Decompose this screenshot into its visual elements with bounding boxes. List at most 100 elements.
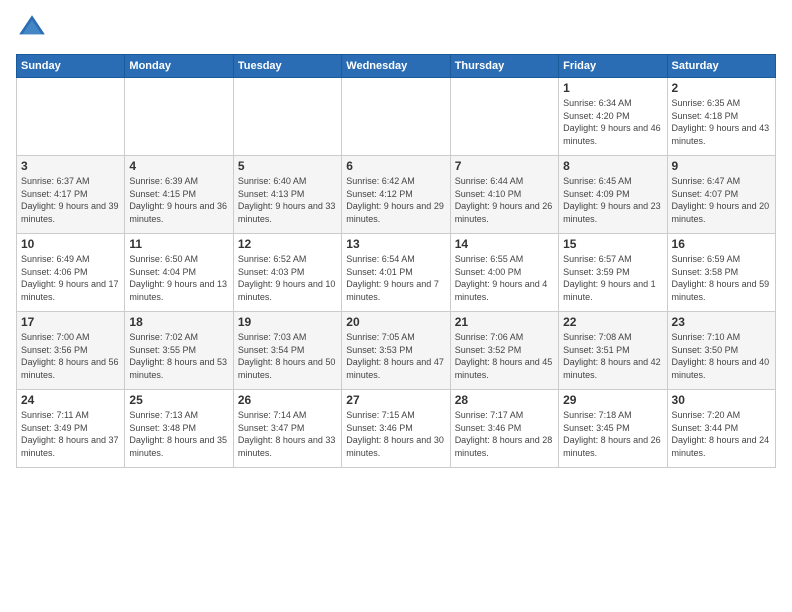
day-info: Sunrise: 7:20 AM Sunset: 3:44 PM Dayligh…: [672, 409, 771, 459]
day-info: Sunrise: 6:44 AM Sunset: 4:10 PM Dayligh…: [455, 175, 554, 225]
calendar-cell: [17, 78, 125, 156]
calendar-cell: [450, 78, 558, 156]
week-row-3: 10 Sunrise: 6:49 AM Sunset: 4:06 PM Dayli…: [17, 234, 776, 312]
calendar-cell: 28 Sunrise: 7:17 AM Sunset: 3:46 PM Dayli…: [450, 390, 558, 468]
calendar-cell: 16 Sunrise: 6:59 AM Sunset: 3:58 PM Dayli…: [667, 234, 775, 312]
calendar-cell: 4 Sunrise: 6:39 AM Sunset: 4:15 PM Daylig…: [125, 156, 233, 234]
day-info: Sunrise: 6:42 AM Sunset: 4:12 PM Dayligh…: [346, 175, 445, 225]
day-number: 5: [238, 159, 337, 173]
day-info: Sunrise: 7:03 AM Sunset: 3:54 PM Dayligh…: [238, 331, 337, 381]
day-header-tuesday: Tuesday: [233, 55, 341, 78]
day-number: 2: [672, 81, 771, 95]
day-number: 24: [21, 393, 120, 407]
day-number: 20: [346, 315, 445, 329]
logo: [16, 12, 52, 44]
calendar-cell: [125, 78, 233, 156]
day-number: 30: [672, 393, 771, 407]
day-info: Sunrise: 7:11 AM Sunset: 3:49 PM Dayligh…: [21, 409, 120, 459]
calendar-cell: 11 Sunrise: 6:50 AM Sunset: 4:04 PM Dayli…: [125, 234, 233, 312]
calendar-cell: 10 Sunrise: 6:49 AM Sunset: 4:06 PM Dayli…: [17, 234, 125, 312]
day-info: Sunrise: 6:35 AM Sunset: 4:18 PM Dayligh…: [672, 97, 771, 147]
day-number: 14: [455, 237, 554, 251]
calendar-cell: 21 Sunrise: 7:06 AM Sunset: 3:52 PM Dayli…: [450, 312, 558, 390]
day-header-sunday: Sunday: [17, 55, 125, 78]
day-number: 12: [238, 237, 337, 251]
header-row: SundayMondayTuesdayWednesdayThursdayFrid…: [17, 55, 776, 78]
day-number: 16: [672, 237, 771, 251]
calendar-cell: 6 Sunrise: 6:42 AM Sunset: 4:12 PM Daylig…: [342, 156, 450, 234]
day-header-thursday: Thursday: [450, 55, 558, 78]
calendar-cell: 26 Sunrise: 7:14 AM Sunset: 3:47 PM Dayli…: [233, 390, 341, 468]
day-number: 6: [346, 159, 445, 173]
day-number: 7: [455, 159, 554, 173]
day-info: Sunrise: 7:18 AM Sunset: 3:45 PM Dayligh…: [563, 409, 662, 459]
calendar-cell: 25 Sunrise: 7:13 AM Sunset: 3:48 PM Dayli…: [125, 390, 233, 468]
day-number: 26: [238, 393, 337, 407]
calendar-cell: 17 Sunrise: 7:00 AM Sunset: 3:56 PM Dayli…: [17, 312, 125, 390]
calendar-cell: 23Sunrise: 7:10 AM Sunset: 3:50 PM Dayli…: [667, 312, 775, 390]
day-number: 10: [21, 237, 120, 251]
day-number: 18: [129, 315, 228, 329]
calendar-cell: 18 Sunrise: 7:02 AM Sunset: 3:55 PM Dayli…: [125, 312, 233, 390]
day-number: 25: [129, 393, 228, 407]
day-info: Sunrise: 7:10 AM Sunset: 3:50 PM Dayligh…: [672, 331, 771, 381]
day-info: Sunrise: 7:13 AM Sunset: 3:48 PM Dayligh…: [129, 409, 228, 459]
week-row-2: 3Sunrise: 6:37 AM Sunset: 4:17 PM Daylig…: [17, 156, 776, 234]
day-info: Sunrise: 6:45 AM Sunset: 4:09 PM Dayligh…: [563, 175, 662, 225]
day-info: Sunrise: 7:15 AM Sunset: 3:46 PM Dayligh…: [346, 409, 445, 459]
day-info: Sunrise: 6:55 AM Sunset: 4:00 PM Dayligh…: [455, 253, 554, 303]
day-number: 17: [21, 315, 120, 329]
day-number: 9: [672, 159, 771, 173]
day-number: 19: [238, 315, 337, 329]
day-number: 27: [346, 393, 445, 407]
day-header-friday: Friday: [559, 55, 667, 78]
week-row-5: 24 Sunrise: 7:11 AM Sunset: 3:49 PM Dayli…: [17, 390, 776, 468]
day-info: Sunrise: 6:52 AM Sunset: 4:03 PM Dayligh…: [238, 253, 337, 303]
day-info: Sunrise: 7:02 AM Sunset: 3:55 PM Dayligh…: [129, 331, 228, 381]
day-info: Sunrise: 6:40 AM Sunset: 4:13 PM Dayligh…: [238, 175, 337, 225]
day-number: 22: [563, 315, 662, 329]
day-header-saturday: Saturday: [667, 55, 775, 78]
calendar-cell: 12 Sunrise: 6:52 AM Sunset: 4:03 PM Dayli…: [233, 234, 341, 312]
calendar-cell: 30 Sunrise: 7:20 AM Sunset: 3:44 PM Dayli…: [667, 390, 775, 468]
calendar-cell: [233, 78, 341, 156]
calendar-cell: 27 Sunrise: 7:15 AM Sunset: 3:46 PM Dayli…: [342, 390, 450, 468]
day-info: Sunrise: 6:37 AM Sunset: 4:17 PM Dayligh…: [21, 175, 120, 225]
day-info: Sunrise: 6:39 AM Sunset: 4:15 PM Dayligh…: [129, 175, 228, 225]
header: [16, 12, 776, 44]
day-info: Sunrise: 6:57 AM Sunset: 3:59 PM Dayligh…: [563, 253, 662, 303]
day-info: Sunrise: 7:06 AM Sunset: 3:52 PM Dayligh…: [455, 331, 554, 381]
day-number: 1: [563, 81, 662, 95]
calendar-cell: 3Sunrise: 6:37 AM Sunset: 4:17 PM Daylig…: [17, 156, 125, 234]
day-info: Sunrise: 7:14 AM Sunset: 3:47 PM Dayligh…: [238, 409, 337, 459]
calendar-table: SundayMondayTuesdayWednesdayThursdayFrid…: [16, 54, 776, 468]
logo-icon: [16, 12, 48, 44]
day-header-wednesday: Wednesday: [342, 55, 450, 78]
calendar-cell: 5 Sunrise: 6:40 AM Sunset: 4:13 PM Daylig…: [233, 156, 341, 234]
day-header-monday: Monday: [125, 55, 233, 78]
day-number: 8: [563, 159, 662, 173]
day-info: Sunrise: 7:00 AM Sunset: 3:56 PM Dayligh…: [21, 331, 120, 381]
calendar-cell: 13 Sunrise: 6:54 AM Sunset: 4:01 PM Dayli…: [342, 234, 450, 312]
day-info: Sunrise: 7:17 AM Sunset: 3:46 PM Dayligh…: [455, 409, 554, 459]
day-number: 4: [129, 159, 228, 173]
day-info: Sunrise: 6:50 AM Sunset: 4:04 PM Dayligh…: [129, 253, 228, 303]
calendar-cell: 1Sunrise: 6:34 AM Sunset: 4:20 PM Daylig…: [559, 78, 667, 156]
day-info: Sunrise: 7:05 AM Sunset: 3:53 PM Dayligh…: [346, 331, 445, 381]
calendar-cell: 14 Sunrise: 6:55 AM Sunset: 4:00 PM Dayli…: [450, 234, 558, 312]
day-number: 28: [455, 393, 554, 407]
day-number: 13: [346, 237, 445, 251]
week-row-1: 1Sunrise: 6:34 AM Sunset: 4:20 PM Daylig…: [17, 78, 776, 156]
day-info: Sunrise: 6:59 AM Sunset: 3:58 PM Dayligh…: [672, 253, 771, 303]
day-info: Sunrise: 6:49 AM Sunset: 4:06 PM Dayligh…: [21, 253, 120, 303]
calendar-cell: 20 Sunrise: 7:05 AM Sunset: 3:53 PM Dayli…: [342, 312, 450, 390]
calendar-cell: 9Sunrise: 6:47 AM Sunset: 4:07 PM Daylig…: [667, 156, 775, 234]
day-info: Sunrise: 7:08 AM Sunset: 3:51 PM Dayligh…: [563, 331, 662, 381]
calendar-cell: 7 Sunrise: 6:44 AM Sunset: 4:10 PM Daylig…: [450, 156, 558, 234]
calendar-cell: 19 Sunrise: 7:03 AM Sunset: 3:54 PM Dayli…: [233, 312, 341, 390]
day-info: Sunrise: 6:54 AM Sunset: 4:01 PM Dayligh…: [346, 253, 445, 303]
day-number: 21: [455, 315, 554, 329]
day-number: 15: [563, 237, 662, 251]
week-row-4: 17 Sunrise: 7:00 AM Sunset: 3:56 PM Dayli…: [17, 312, 776, 390]
day-number: 11: [129, 237, 228, 251]
